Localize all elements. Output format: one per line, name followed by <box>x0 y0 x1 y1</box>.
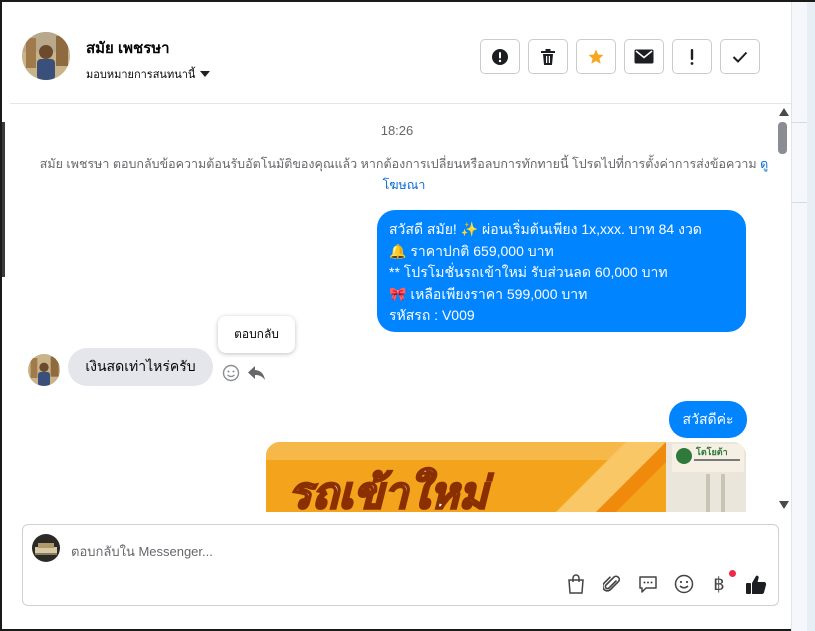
car-promo-image[interactable]: โตโยต้า รถเข้าใหม่ <box>266 442 746 512</box>
message-timestamp: 18:26 <box>380 123 414 138</box>
message-line: สวัสดี สมัย! ✨ ผ่อนเริ่มต้นเพียง 1x,xxx.… <box>389 221 702 237</box>
message-line: ** โปรโมชั่นรถเข้าใหม่ รับส่วนลด 60,000 … <box>389 264 668 280</box>
message-line: 🎀 เหลือเพียงราคา 599,000 บาท <box>389 285 588 302</box>
incoming-message[interactable]: เงินสดเท่าไหร่ครับ <box>68 348 213 386</box>
paperclip-icon[interactable] <box>600 572 624 596</box>
shopping-bag-icon[interactable] <box>564 572 588 596</box>
divider <box>791 122 807 123</box>
dealer-logo-text: โตโยต้า <box>695 446 728 458</box>
left-panel-edge <box>2 122 5 277</box>
image-banner-text: รถเข้าใหม่ <box>288 467 494 512</box>
delete-button[interactable] <box>528 39 568 74</box>
baht-icon[interactable]: ฿ <box>707 572 731 596</box>
divider <box>791 202 807 203</box>
messenger-window: สมัย เพชรษา มอบหมายการสนทนานี้ 18:26 สมั… <box>0 0 815 631</box>
emoji-icon[interactable] <box>672 572 696 596</box>
page-avatar <box>32 534 60 562</box>
saved-replies-icon[interactable] <box>636 572 660 596</box>
alert-circle-button[interactable] <box>480 39 520 74</box>
reply-arrow-icon <box>248 366 265 380</box>
thumbs-up-icon[interactable] <box>744 572 768 596</box>
react-button[interactable] <box>222 364 240 387</box>
scroll-down-arrow-icon[interactable] <box>779 501 789 509</box>
auto-reply-notice: สมัย เพชรษา ตอบกลับข้อความต้อนรับอัตโนมั… <box>24 154 784 196</box>
alert-circle-icon <box>492 48 508 65</box>
reply-input[interactable]: ตอบกลับใน Messenger... <box>71 541 213 562</box>
message-line: รหัสรถ : V009 <box>389 307 475 323</box>
trash-icon <box>541 48 555 65</box>
notification-dot <box>729 570 736 577</box>
star-icon <box>588 49 604 64</box>
assign-label: มอบหมายการสนทนานี้ <box>86 69 196 81</box>
mark-done-button[interactable] <box>720 39 760 74</box>
outgoing-message[interactable]: สวัสดี สมัย! ✨ ผ่อนเริ่มต้นเพียง 1x,xxx.… <box>377 210 746 332</box>
right-panel-strip <box>791 2 807 631</box>
mark-important-button[interactable] <box>672 39 712 74</box>
contact-name[interactable]: สมัย เพชรษา <box>86 36 170 60</box>
message-composer[interactable]: ตอบกลับใน Messenger... ฿ <box>22 524 779 606</box>
contact-avatar-small[interactable] <box>28 354 60 386</box>
star-button[interactable] <box>576 39 616 74</box>
exclamation-icon <box>690 48 694 65</box>
right-panel-background <box>791 2 815 631</box>
reply-button[interactable] <box>247 364 266 387</box>
message-line: 🔔 ราคาปกติ 659,000 บาท <box>389 242 554 259</box>
contact-avatar[interactable] <box>22 32 70 80</box>
mail-button[interactable] <box>624 39 664 74</box>
smiley-icon <box>222 364 240 382</box>
envelope-icon <box>634 49 654 64</box>
reply-tooltip: ตอบกลับ <box>218 316 295 353</box>
caret-down-icon <box>200 71 211 77</box>
check-icon <box>732 51 748 63</box>
scroll-up-arrow-icon[interactable] <box>779 108 789 116</box>
outgoing-greeting-message[interactable]: สวัสดีค่ะ <box>669 401 747 438</box>
conversation-header: สมัย เพชรษา มอบหมายการสนทนานี้ <box>10 10 791 104</box>
notice-text: สมัย เพชรษา ตอบกลับข้อความต้อนรับอัตโนมั… <box>39 157 757 171</box>
assign-conversation-dropdown[interactable]: มอบหมายการสนทนานี้ <box>86 65 211 83</box>
